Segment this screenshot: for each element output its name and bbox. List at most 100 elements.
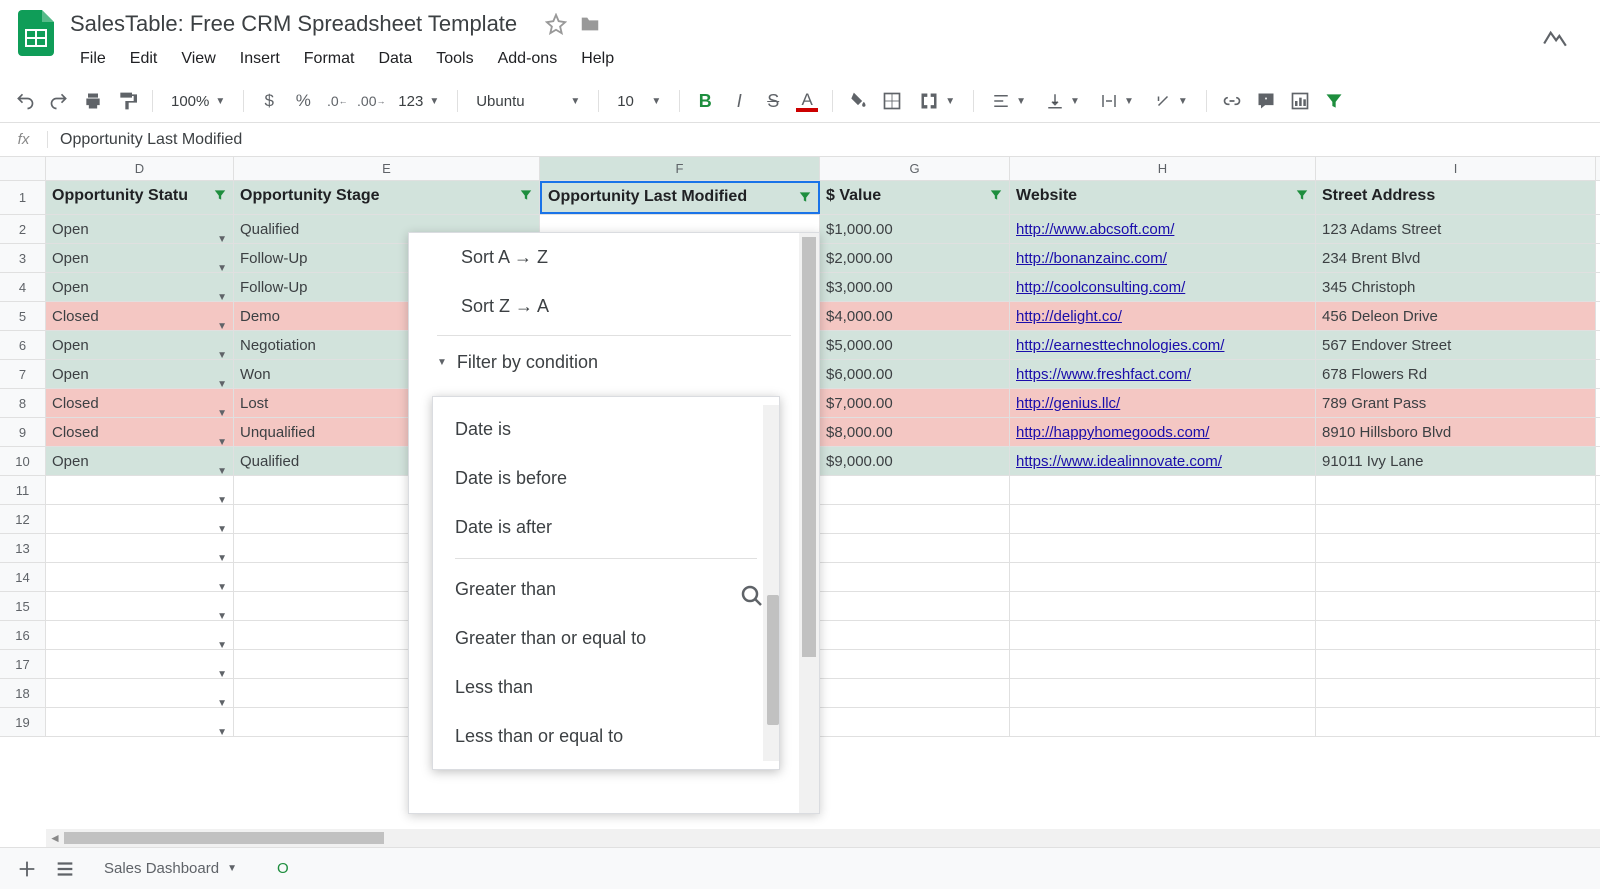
chart-button[interactable] [1285, 86, 1315, 116]
cell-address[interactable]: 8910 Hillsboro Blvd [1316, 418, 1596, 446]
row-header[interactable]: 10 [0, 447, 46, 475]
cell[interactable] [820, 476, 1010, 504]
row-header[interactable]: 9 [0, 418, 46, 446]
row-header[interactable]: 8 [0, 389, 46, 417]
cell[interactable] [1316, 534, 1596, 562]
dropdown-arrow-icon[interactable]: ▼ [217, 718, 227, 736]
cell[interactable] [820, 679, 1010, 707]
filter-icon[interactable] [798, 190, 812, 204]
cell-value[interactable]: $1,000.00 [820, 215, 1010, 243]
bold-button[interactable]: B [690, 86, 720, 116]
font-select[interactable]: Ubuntu▼ [468, 89, 588, 114]
dropdown-arrow-icon[interactable]: ▼ [217, 283, 227, 301]
cell[interactable] [1316, 563, 1596, 591]
select-all-corner[interactable] [0, 157, 46, 180]
menu-tools[interactable]: Tools [426, 44, 483, 74]
header-address[interactable]: Street Address [1316, 181, 1596, 214]
menu-format[interactable]: Format [294, 44, 365, 74]
col-header-g[interactable]: G [820, 157, 1010, 180]
cell-status[interactable]: Open▼ [46, 447, 234, 475]
cell-address[interactable]: 678 Flowers Rd [1316, 360, 1596, 388]
dropdown-arrow-icon[interactable]: ▼ [217, 486, 227, 504]
cell[interactable] [1316, 708, 1596, 736]
row-header[interactable]: 5 [0, 302, 46, 330]
dropdown-arrow-icon[interactable]: ▼ [217, 660, 227, 678]
filter-icon[interactable] [213, 188, 227, 202]
cell[interactable] [1316, 476, 1596, 504]
condition-option[interactable]: Date is after [433, 503, 779, 552]
row-header[interactable]: 13 [0, 534, 46, 562]
zoom-select[interactable]: 100%▼ [163, 89, 233, 114]
cell[interactable] [820, 505, 1010, 533]
cell-status[interactable]: Closed▼ [46, 389, 234, 417]
cell[interactable] [1010, 505, 1316, 533]
dropdown-arrow-icon[interactable]: ▼ [217, 428, 227, 446]
filter-icon[interactable] [519, 188, 533, 202]
undo-button[interactable] [10, 86, 40, 116]
redo-button[interactable] [44, 86, 74, 116]
cell[interactable] [1010, 534, 1316, 562]
panel-scrollbar[interactable] [799, 233, 819, 813]
menu-addons[interactable]: Add-ons [488, 44, 568, 74]
cell-status[interactable]: Open▼ [46, 244, 234, 272]
filter-icon[interactable] [1295, 188, 1309, 202]
row-header[interactable]: 12 [0, 505, 46, 533]
cell[interactable] [1010, 476, 1316, 504]
add-sheet-button[interactable] [16, 858, 38, 880]
filter-button[interactable] [1319, 86, 1349, 116]
cell[interactable] [1010, 679, 1316, 707]
col-header-d[interactable]: D [46, 157, 234, 180]
strikethrough-button[interactable]: S [758, 86, 788, 116]
cell[interactable] [1010, 621, 1316, 649]
row-header[interactable]: 4 [0, 273, 46, 301]
dropdown-arrow-icon[interactable]: ▼ [217, 544, 227, 562]
filter-by-condition[interactable]: ▼Filter by condition [409, 340, 819, 385]
cell[interactable] [1010, 592, 1316, 620]
cell-website[interactable]: http://earnesttechnologies.com/ [1010, 331, 1316, 359]
cell-address[interactable]: 789 Grant Pass [1316, 389, 1596, 417]
wrap-button[interactable]: ▼ [1092, 88, 1142, 114]
header-website[interactable]: Website [1010, 181, 1316, 214]
cell-address[interactable]: 234 Brent Blvd [1316, 244, 1596, 272]
cell[interactable]: ▼ [46, 505, 234, 533]
cell[interactable] [820, 621, 1010, 649]
menu-help[interactable]: Help [571, 44, 624, 74]
cell-value[interactable]: $3,000.00 [820, 273, 1010, 301]
sheet-tab-dashboard[interactable]: Sales Dashboard▼ [92, 852, 249, 885]
condition-option[interactable]: Date is [433, 405, 779, 454]
menu-view[interactable]: View [171, 44, 225, 74]
row-header[interactable]: 1 [0, 181, 46, 214]
merge-button[interactable]: ▼ [911, 87, 963, 115]
borders-button[interactable] [877, 86, 907, 116]
condition-option[interactable]: Less than or equal to [433, 712, 779, 761]
cell[interactable] [820, 650, 1010, 678]
formula-input[interactable]: Opportunity Last Modified [48, 131, 1600, 149]
rotate-button[interactable]: ▼ [1146, 88, 1196, 114]
cell-website[interactable]: http://www.abcsoft.com/ [1010, 215, 1316, 243]
print-button[interactable] [78, 86, 108, 116]
cell[interactable] [1316, 650, 1596, 678]
row-header[interactable]: 19 [0, 708, 46, 736]
cell-status[interactable]: Open▼ [46, 273, 234, 301]
cell-address[interactable]: 567 Endover Street [1316, 331, 1596, 359]
row-header[interactable]: 15 [0, 592, 46, 620]
cell[interactable] [820, 563, 1010, 591]
header-status[interactable]: Opportunity Statu [46, 181, 234, 214]
dropdown-arrow-icon[interactable]: ▼ [217, 225, 227, 243]
row-header[interactable]: 11 [0, 476, 46, 504]
row-header[interactable]: 2 [0, 215, 46, 243]
cell-website[interactable]: http://delight.co/ [1010, 302, 1316, 330]
sheet-tab-next[interactable]: O [265, 852, 301, 885]
col-header-e[interactable]: E [234, 157, 540, 180]
cell-status[interactable]: Open▼ [46, 331, 234, 359]
text-color-button[interactable]: A [792, 86, 822, 116]
cell[interactable] [820, 708, 1010, 736]
valign-button[interactable]: ▼ [1038, 88, 1088, 114]
cell[interactable]: ▼ [46, 476, 234, 504]
folder-icon[interactable] [579, 13, 601, 35]
filter-icon[interactable] [989, 188, 1003, 202]
cell-website[interactable]: http://happyhomegoods.com/ [1010, 418, 1316, 446]
menu-edit[interactable]: Edit [120, 44, 168, 74]
cell-value[interactable]: $2,000.00 [820, 244, 1010, 272]
cell[interactable] [1010, 563, 1316, 591]
